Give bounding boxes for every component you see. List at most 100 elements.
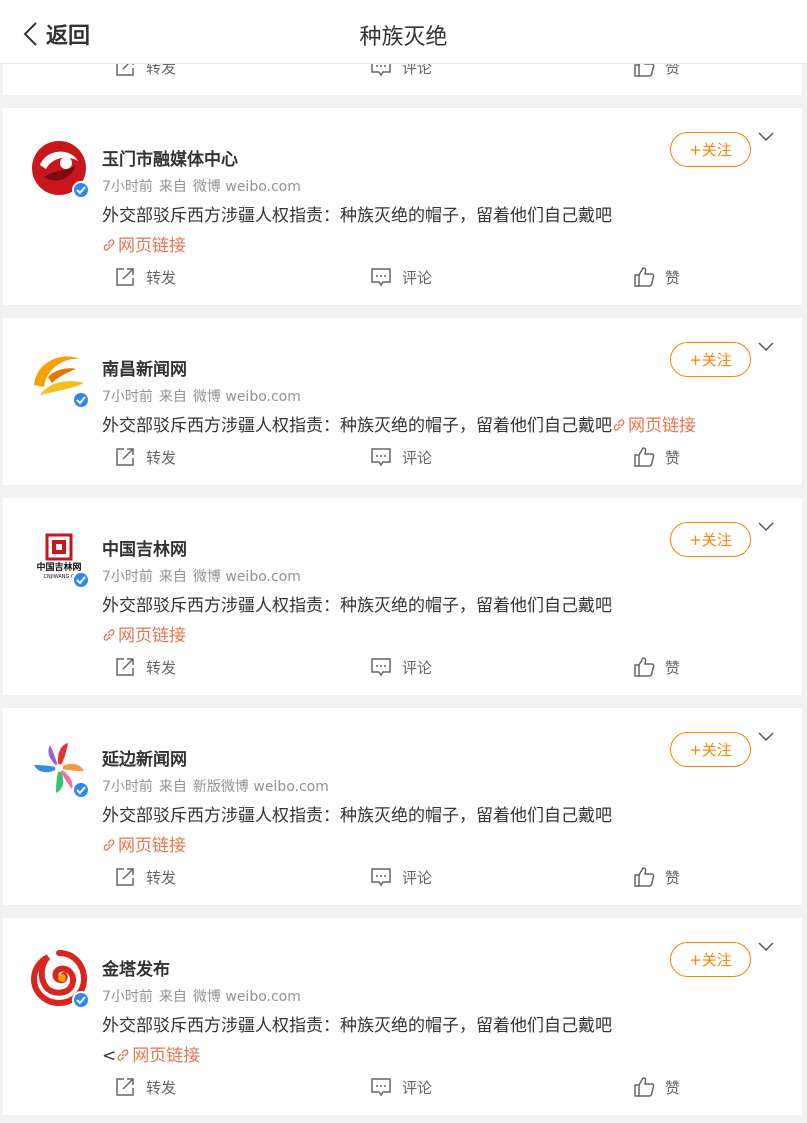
post-actions: 转发 评论 赞	[3, 656, 802, 686]
like-label: 赞	[665, 1078, 681, 1097]
avatar-text: 中国吉林网	[36, 561, 81, 573]
repost-icon	[116, 448, 134, 466]
post-meta: 7小时前 来自 微博 weibo.com	[102, 176, 307, 196]
comment-label: 评论	[402, 868, 433, 887]
repost-label: 转发	[146, 868, 177, 887]
post-actions: 转发 评论 赞	[3, 866, 802, 896]
link-icon	[613, 419, 625, 431]
top-bar: 返回 种族灭绝	[0, 0, 807, 64]
post-time[interactable]: 7小时前	[102, 989, 153, 1005]
post-text-body: 外交部驳斥西方涉疆人权指责：种族灭绝的帽子，留着他们自己戴吧	[102, 416, 612, 436]
post-text: 外交部驳斥西方涉疆人权指责：种族灭绝的帽子，留着他们自己戴吧	[102, 1016, 612, 1036]
from-label: 来自	[158, 179, 187, 195]
repost-button[interactable]: 转发	[114, 866, 176, 888]
repost-label: 转发	[146, 268, 177, 287]
web-link[interactable]: 网页链接	[116, 1046, 200, 1066]
post-actions: 转发 评论 赞	[3, 1076, 802, 1106]
post-card: 延边新闻网 7小时前 来自 新版微博 weibo.com 外交部驳斥西方涉疆人权指责…	[3, 708, 802, 905]
web-link[interactable]: 网页链接	[102, 236, 186, 256]
account-name[interactable]: 延边新闻网	[102, 745, 187, 770]
verified-badge-icon	[72, 571, 90, 589]
follow-button[interactable]: +关注	[670, 732, 751, 767]
avatar[interactable]	[26, 945, 92, 1011]
web-link[interactable]: 网页链接	[102, 836, 186, 856]
comment-icon	[371, 868, 391, 887]
like-button[interactable]: 赞	[633, 866, 680, 888]
link-line: 网页链接	[102, 231, 186, 256]
from-label: 来自	[158, 779, 187, 795]
repost-icon	[116, 1078, 134, 1096]
avatar[interactable]	[26, 345, 92, 411]
chevron-down-icon[interactable]	[757, 730, 775, 744]
post-source: 微博 weibo.com	[192, 989, 301, 1005]
post-actions: 转发 评论 赞	[3, 266, 802, 296]
post-actions: 转发 评论 赞	[3, 446, 802, 476]
web-link[interactable]: 网页链接	[102, 626, 186, 646]
from-label: 来自	[158, 389, 187, 405]
post-source: 新版微博 weibo.com	[192, 779, 329, 795]
post-text: 外交部驳斥西方涉疆人权指责：种族灭绝的帽子，留着他们自己戴吧 网页链接	[102, 411, 696, 436]
link-label: 网页链接	[132, 1046, 201, 1066]
repost-button[interactable]: 转发	[114, 266, 176, 288]
follow-button[interactable]: +关注	[670, 342, 751, 377]
post-time[interactable]: 7小时前	[102, 179, 153, 195]
post-meta: 7小时前 来自 新版微博 weibo.com	[102, 776, 335, 796]
post-meta: 7小时前 来自 微博 weibo.com	[102, 566, 307, 586]
follow-button[interactable]: +关注	[670, 132, 751, 167]
post-card: 玉门市融媒体中心 7小时前 来自 微博 weibo.com 外交部驳斥西方涉疆人权指…	[3, 108, 802, 305]
thumbs-up-icon	[634, 447, 655, 467]
repost-label: 转发	[146, 658, 177, 677]
chevron-down-icon[interactable]	[757, 130, 775, 144]
from-label: 来自	[158, 569, 187, 585]
chevron-down-icon[interactable]	[757, 340, 775, 354]
post-time[interactable]: 7小时前	[102, 389, 153, 405]
post-text: 外交部驳斥西方涉疆人权指责：种族灭绝的帽子，留着他们自己戴吧	[102, 206, 612, 226]
link-label: 网页链接	[118, 626, 186, 646]
comment-button[interactable]: 评论	[370, 446, 432, 468]
like-label: 赞	[665, 868, 681, 887]
post-meta: 7小时前 来自 微博 weibo.com	[102, 986, 307, 1006]
post-time[interactable]: 7小时前	[102, 779, 153, 795]
link-label: 网页链接	[118, 836, 186, 856]
verified-badge-icon	[72, 181, 90, 199]
link-icon	[103, 839, 115, 851]
account-name[interactable]: 金塔发布	[102, 955, 170, 980]
comment-button[interactable]: 评论	[370, 656, 432, 678]
verified-badge-icon	[72, 391, 90, 409]
comment-icon	[371, 658, 391, 677]
comment-button[interactable]: 评论	[370, 266, 432, 288]
from-label: 来自	[158, 989, 187, 1005]
like-button[interactable]: 赞	[633, 656, 680, 678]
repost-button[interactable]: 转发	[114, 1076, 176, 1098]
comment-button[interactable]: 评论	[370, 1076, 432, 1098]
post-source: 微博 weibo.com	[192, 179, 301, 195]
like-button[interactable]: 赞	[633, 1076, 680, 1098]
account-name[interactable]: 玉门市融媒体中心	[102, 145, 238, 170]
chevron-down-icon[interactable]	[757, 520, 775, 534]
avatar[interactable]	[26, 135, 92, 201]
like-button[interactable]: 赞	[633, 266, 680, 288]
repost-button[interactable]: 转发	[114, 656, 176, 678]
repost-button[interactable]: 转发	[114, 446, 176, 468]
link-line: 网页链接	[102, 621, 186, 646]
chevron-down-icon[interactable]	[757, 940, 775, 954]
repost-icon	[116, 868, 134, 886]
follow-button[interactable]: +关注	[670, 522, 751, 557]
repost-icon	[116, 658, 134, 676]
avatar[interactable]: 中国吉林网 CNJIWANG.C	[26, 525, 92, 591]
account-name[interactable]: 中国吉林网	[102, 535, 187, 560]
avatar[interactable]	[26, 735, 92, 801]
link-icon	[117, 1049, 129, 1061]
comment-button[interactable]: 评论	[370, 866, 432, 888]
web-link[interactable]: 网页链接	[612, 416, 696, 436]
post-time[interactable]: 7小时前	[102, 569, 153, 585]
link-prefix: <	[102, 1046, 117, 1066]
thumbs-up-icon	[634, 657, 655, 677]
verified-badge-icon	[72, 781, 90, 799]
post-card: 南昌新闻网 7小时前 来自 微博 weibo.com 外交部驳斥西方涉疆人权指责：种…	[3, 318, 802, 485]
link-line: 网页链接	[102, 831, 186, 856]
like-button[interactable]: 赞	[633, 446, 680, 468]
account-name[interactable]: 南昌新闻网	[102, 355, 187, 380]
like-label: 赞	[665, 658, 681, 677]
follow-button[interactable]: +关注	[670, 942, 751, 977]
